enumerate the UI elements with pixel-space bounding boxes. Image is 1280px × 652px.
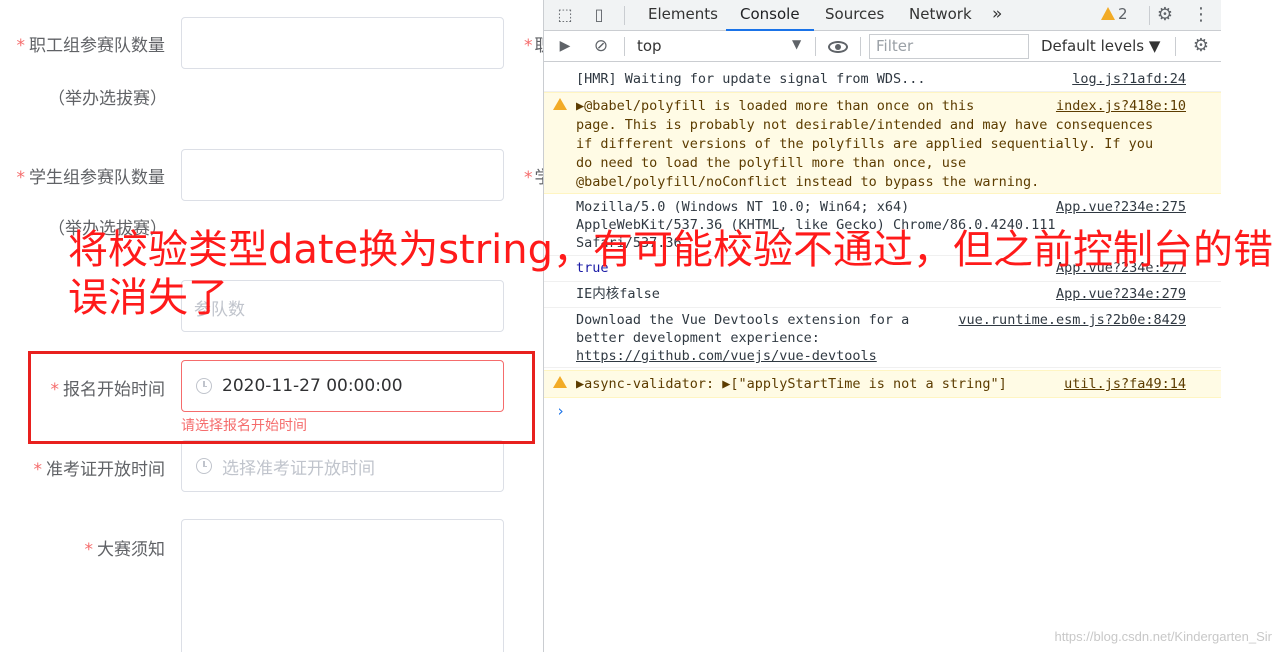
more-tabs-button[interactable]: »: [992, 0, 1002, 31]
console-settings-gear-icon[interactable]: ⚙: [1190, 35, 1212, 57]
registration-start-time-label: * 报名开始时间: [50, 380, 166, 400]
more-options-icon[interactable]: ⋮: [1190, 4, 1212, 26]
admission-ticket-time-label: * 准考证开放时间: [33, 460, 166, 480]
console-warning: ▶async-validator: ▶["applyStartTime is n…: [544, 370, 1222, 398]
sidebar-toggle-icon[interactable]: ▶: [554, 35, 576, 57]
devtools-tabbar: ⬚ ▯ Elements Console Sources Network » 2…: [544, 0, 1221, 31]
tab-elements[interactable]: Elements: [648, 0, 718, 31]
registration-form: *职工组参赛队数量 （举办选拔赛） *职 *学生组参赛队数量 （举办选拔赛） *…: [0, 0, 543, 652]
chevron-down-icon[interactable]: ▼: [792, 37, 801, 51]
clear-console-icon[interactable]: ⊘: [590, 35, 612, 57]
admission-ticket-time-input[interactable]: 选择准考证开放时间: [181, 440, 504, 492]
annotation-text: 将校验类型date换为string，有可能校验不通过，但之前控制台的错误消失了: [68, 227, 1274, 321]
warning-icon: [553, 98, 567, 110]
live-expression-eye-icon[interactable]: [828, 41, 848, 53]
student-team-count-label: * 学生组参赛队数量: [16, 168, 166, 188]
clock-icon: [196, 458, 212, 474]
contest-notice-label: * 大赛须知: [84, 540, 166, 560]
inspect-element-icon[interactable]: ⬚: [554, 4, 576, 26]
required-mark: *: [16, 36, 26, 56]
console-message: [HMR] Waiting for update signal from WDS…: [544, 68, 1222, 92]
clock-icon: [196, 378, 212, 394]
tab-console[interactable]: Console: [726, 0, 814, 31]
watermark: https://blog.csdn.net/Kindergarten_Sir: [1054, 629, 1272, 644]
source-link[interactable]: util.js?fa49:14: [1064, 375, 1186, 394]
tab-sources[interactable]: Sources: [825, 0, 884, 31]
console-warning: ▶@babel/polyfill is loaded more than onc…: [544, 92, 1222, 194]
context-selector[interactable]: top: [637, 37, 662, 55]
console-toolbar: ▶ ⊘ top ▼ Filter Default levels ▼ ⚙: [544, 31, 1222, 62]
staff-team-count-input[interactable]: [181, 17, 504, 69]
device-toggle-icon[interactable]: ▯: [588, 4, 610, 26]
warning-icon: [1101, 7, 1115, 20]
page-background: [1221, 0, 1280, 652]
start-time-value: 2020-11-27 00:00:00: [222, 376, 403, 396]
source-link[interactable]: index.js?418e:10: [1056, 97, 1186, 116]
warning-icon: [553, 376, 567, 388]
contest-notice-textarea[interactable]: [181, 519, 504, 652]
devtools-panel: ⬚ ▯ Elements Console Sources Network » 2…: [543, 0, 1222, 652]
vue-devtools-link[interactable]: https://github.com/vuejs/vue-devtools: [576, 347, 877, 366]
filter-input[interactable]: Filter: [869, 34, 1029, 59]
warning-counter[interactable]: 2: [1101, 5, 1128, 23]
start-time-error-message: 请选择报名开始时间: [181, 418, 307, 434]
staff-team-count-label: * 职工组参赛队数量: [16, 36, 166, 56]
source-link[interactable]: log.js?1afd:24: [1072, 70, 1186, 89]
settings-gear-icon[interactable]: ⚙: [1154, 4, 1176, 26]
staff-team-count-sublabel: （举办选拔赛）: [48, 89, 167, 109]
console-prompt[interactable]: ›: [556, 402, 565, 420]
cut-off-label-2: *学: [524, 168, 543, 188]
tab-network[interactable]: Network: [909, 0, 972, 31]
admission-ticket-time-placeholder: 选择准考证开放时间: [222, 458, 375, 479]
registration-start-time-input[interactable]: 2020-11-27 00:00:00: [181, 360, 504, 412]
student-team-count-input[interactable]: [181, 149, 504, 201]
cut-off-label-1: *职: [524, 36, 543, 56]
log-levels-dropdown[interactable]: Default levels ▼: [1041, 37, 1160, 55]
source-link[interactable]: App.vue?234e:275: [1056, 198, 1186, 217]
